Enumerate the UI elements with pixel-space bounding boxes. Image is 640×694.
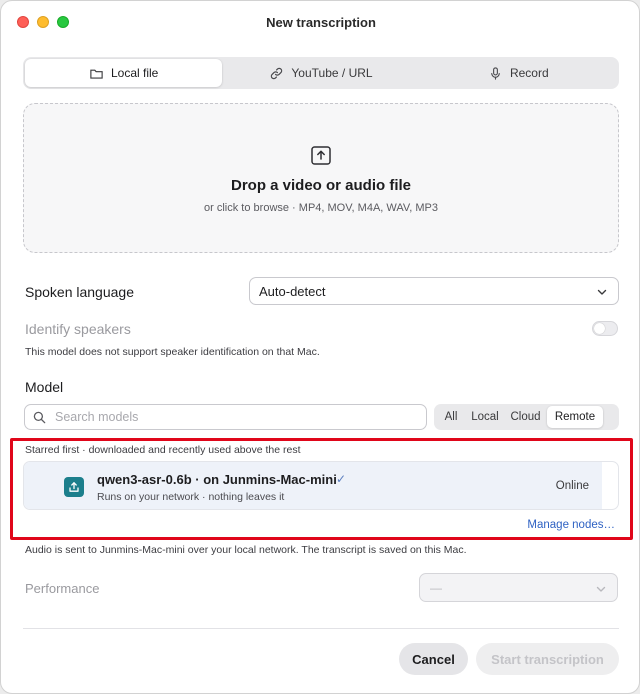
model-filter-segments: All Local Cloud Remote (434, 404, 619, 430)
chevron-down-icon (596, 586, 606, 592)
remote-share-icon (69, 482, 79, 492)
spoken-language-value: Auto-detect (259, 284, 326, 299)
filter-cloud[interactable]: Cloud (504, 406, 547, 428)
search-icon (33, 411, 46, 424)
drop-subtitle: or click to browse · MP4, MOV, M4A, WAV,… (204, 202, 438, 214)
identify-speakers-toggle[interactable] (592, 321, 618, 336)
tab-record[interactable]: Record (420, 59, 617, 87)
model-subtitle: Runs on your network · nothing leaves it (97, 491, 285, 503)
chevron-down-icon (597, 289, 607, 295)
model-list-hint: Starred first · downloaded and recently … (25, 444, 301, 456)
source-tabs: Local file YouTube / URL Record (23, 57, 619, 89)
file-drop-zone[interactable]: Drop a video or audio file or click to b… (23, 103, 619, 253)
spoken-language-label: Spoken language (25, 284, 134, 300)
model-status: Online (555, 480, 589, 492)
filter-all[interactable]: All (436, 406, 466, 428)
cancel-button[interactable]: Cancel (399, 643, 468, 675)
link-icon (271, 67, 283, 79)
tab-youtube-url[interactable]: YouTube / URL (222, 59, 419, 87)
search-input[interactable] (55, 408, 415, 426)
toggle-knob (594, 323, 605, 334)
performance-value: — (430, 581, 442, 595)
performance-label: Performance (25, 581, 100, 596)
model-list-item[interactable]: qwen3-asr-0.6b · on Junmins-Mac-mini ✓ R… (23, 461, 619, 510)
filter-local[interactable]: Local (466, 406, 504, 428)
footer-divider (23, 628, 619, 629)
model-footnote: Audio is sent to Junmins-Mac-mini over y… (25, 544, 467, 556)
tab-local-file[interactable]: Local file (25, 59, 223, 87)
microphone-icon (491, 66, 500, 80)
window-title: New transcription (266, 15, 376, 30)
model-name: qwen3-asr-0.6b · on Junmins-Mac-mini (97, 472, 337, 487)
spoken-language-select[interactable]: Auto-detect (249, 277, 619, 305)
manage-nodes-link[interactable]: Manage nodes… (527, 519, 615, 531)
model-type-badge (64, 477, 84, 497)
speakers-note: This model does not support speaker iden… (25, 346, 320, 358)
model-search[interactable] (24, 404, 427, 430)
checkmark-icon: ✓ (336, 472, 347, 486)
tab-label: Local file (110, 66, 159, 80)
filter-remote[interactable]: Remote (547, 406, 603, 428)
model-label: Model (25, 379, 64, 395)
tab-label: YouTube / URL (291, 66, 373, 80)
titlebar: New transcription (1, 1, 639, 45)
drop-title: Drop a video or audio file (230, 177, 412, 194)
start-transcription-button[interactable]: Start transcription (476, 643, 619, 675)
folder-icon (90, 69, 103, 79)
tab-label: Record (509, 66, 549, 80)
identify-speakers-label: Identify speakers (25, 321, 131, 337)
performance-select[interactable]: — (419, 573, 618, 602)
upload-icon (311, 146, 331, 165)
transcription-window: New transcription Local file YouTube / U… (0, 0, 640, 694)
